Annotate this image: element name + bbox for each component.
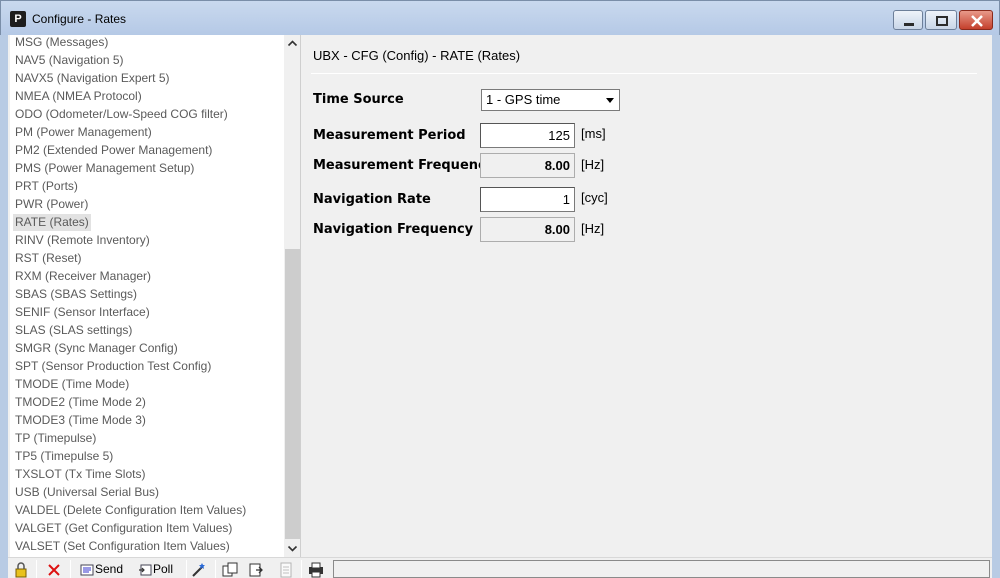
lock-icon	[15, 562, 27, 578]
poll-icon	[139, 564, 152, 576]
time-source-select[interactable]: 1 - GPS time	[481, 89, 620, 111]
dropdown-arrow-icon[interactable]	[602, 91, 618, 109]
list-item[interactable]: TMODE2 (Time Mode 2)	[13, 394, 148, 411]
list-item[interactable]: NMEA (NMEA Protocol)	[13, 88, 144, 105]
restore-button[interactable]	[925, 10, 957, 30]
list-item[interactable]: RST (Reset)	[13, 250, 83, 267]
minimize-icon	[904, 23, 914, 26]
list-item[interactable]: PMS (Power Management Setup)	[13, 160, 196, 177]
list-item[interactable]: TMODE3 (Time Mode 3)	[13, 412, 148, 429]
list-item[interactable]: SMGR (Sync Manager Config)	[13, 340, 180, 357]
copy-button[interactable]	[221, 560, 239, 578]
list-item[interactable]: RXM (Receiver Manager)	[13, 268, 153, 285]
navigation-frequency-value: 8.00	[480, 217, 575, 242]
time-source-value: 1 - GPS time	[486, 92, 561, 107]
list-item[interactable]: SPT (Sensor Production Test Config)	[13, 358, 213, 375]
printer-icon	[309, 562, 323, 578]
send-icon	[80, 564, 94, 576]
scroll-down-button[interactable]	[284, 540, 300, 557]
paste-button[interactable]	[247, 560, 265, 578]
lock-button[interactable]	[12, 560, 30, 578]
measurement-frequency-label: Measurement Frequency	[313, 158, 495, 173]
poll-label: Poll	[153, 562, 174, 576]
list-item[interactable]: VALDEL (Delete Configuration Item Values…	[13, 502, 248, 519]
close-button[interactable]	[959, 10, 993, 30]
list-item[interactable]: VALGET (Get Configuration Item Values)	[13, 520, 234, 537]
list-item[interactable]: USB (Universal Serial Bus)	[13, 484, 161, 501]
list-item[interactable]: SENIF (Sensor Interface)	[13, 304, 152, 321]
time-source-label: Time Source	[313, 92, 404, 107]
magic-wand-button[interactable]	[190, 560, 208, 578]
send-label: Send	[95, 562, 124, 576]
toolbar-separator	[70, 560, 71, 578]
list-item[interactable]: RINV (Remote Inventory)	[13, 232, 152, 249]
navigation-rate-label: Navigation Rate	[313, 192, 431, 207]
measurement-frequency-value: 8.00	[480, 153, 575, 178]
measurement-frequency-unit: [Hz]	[581, 157, 605, 172]
toolbar-separator	[186, 560, 187, 578]
revert-button[interactable]	[45, 560, 63, 578]
list-item[interactable]: SBAS (SBAS Settings)	[13, 286, 139, 303]
print-button[interactable]	[307, 560, 325, 578]
list-item[interactable]: PWR (Power)	[13, 196, 90, 213]
chevron-down-icon	[287, 545, 298, 552]
list-item[interactable]: TXSLOT (Tx Time Slots)	[13, 466, 147, 483]
measurement-period-unit: [ms]	[581, 126, 606, 141]
list-scrollbar[interactable]	[284, 35, 300, 557]
window-frame: MSG (Messages) NAV5 (Navigation 5) NAVX5 (…	[0, 35, 1000, 578]
restore-icon	[936, 16, 948, 26]
navigation-rate-unit: [cyc]	[581, 190, 608, 205]
list-item[interactable]: TP5 (Timepulse 5)	[13, 448, 115, 465]
toolbar-separator	[301, 560, 302, 578]
list-item[interactable]: PM2 (Extended Power Management)	[13, 142, 214, 159]
list-item[interactable]: VALSET (Set Configuration Item Values)	[13, 538, 232, 555]
minimize-button[interactable]	[893, 10, 923, 30]
scroll-up-button[interactable]	[284, 35, 300, 52]
list-item[interactable]: ODO (Odometer/Low-Speed COG filter)	[13, 106, 230, 123]
list-item[interactable]: NAVX5 (Navigation Expert 5)	[13, 70, 172, 87]
app-icon: P	[10, 11, 26, 27]
window-title: Configure - Rates	[32, 12, 127, 26]
close-x-icon	[48, 564, 60, 576]
list-item[interactable]: PRT (Ports)	[13, 178, 80, 195]
list-item[interactable]: NAV5 (Navigation 5)	[13, 52, 126, 69]
list-item[interactable]: TP (Timepulse)	[13, 430, 98, 447]
navigation-rate-input[interactable]: 1	[480, 187, 575, 212]
navigation-frequency-label: Navigation Frequency	[313, 222, 474, 237]
chevron-up-icon	[287, 40, 298, 47]
status-field	[333, 560, 990, 578]
bottom-toolbar: Send Poll	[8, 557, 992, 578]
title-bar[interactable]: P Configure - Rates	[0, 0, 1000, 35]
disabled-action-button[interactable]	[277, 560, 295, 578]
list-item[interactable]: TMODE (Time Mode)	[13, 376, 131, 393]
toolbar-separator	[215, 560, 216, 578]
divider	[311, 73, 977, 74]
measurement-period-input[interactable]: 125	[480, 123, 575, 148]
navigation-frequency-unit: [Hz]	[581, 221, 605, 236]
paste-icon	[249, 563, 263, 577]
measurement-period-label: Measurement Period	[313, 128, 466, 143]
window-content: MSG (Messages) NAV5 (Navigation 5) NAVX5 (…	[8, 35, 992, 578]
document-icon	[280, 562, 292, 578]
panel-title: UBX - CFG (Config) - RATE (Rates)	[313, 48, 521, 63]
list-item[interactable]: PM (Power Management)	[13, 124, 154, 141]
list-item[interactable]: MSG (Messages)	[13, 35, 110, 51]
copy-icon	[222, 562, 238, 577]
list-item[interactable]: SLAS (SLAS settings)	[13, 322, 134, 339]
send-button[interactable]: Send	[79, 560, 123, 578]
magic-wand-icon	[192, 562, 205, 577]
scroll-thumb[interactable]	[285, 249, 300, 539]
poll-button[interactable]: Poll	[137, 560, 173, 578]
toolbar-separator	[36, 560, 37, 578]
message-list[interactable]: MSG (Messages) NAV5 (Navigation 5) NAVX5 (…	[10, 35, 301, 557]
list-item[interactable]: RATE (Rates)	[13, 214, 91, 231]
config-panel: UBX - CFG (Config) - RATE (Rates) Time S…	[303, 35, 992, 557]
close-icon	[971, 15, 983, 27]
